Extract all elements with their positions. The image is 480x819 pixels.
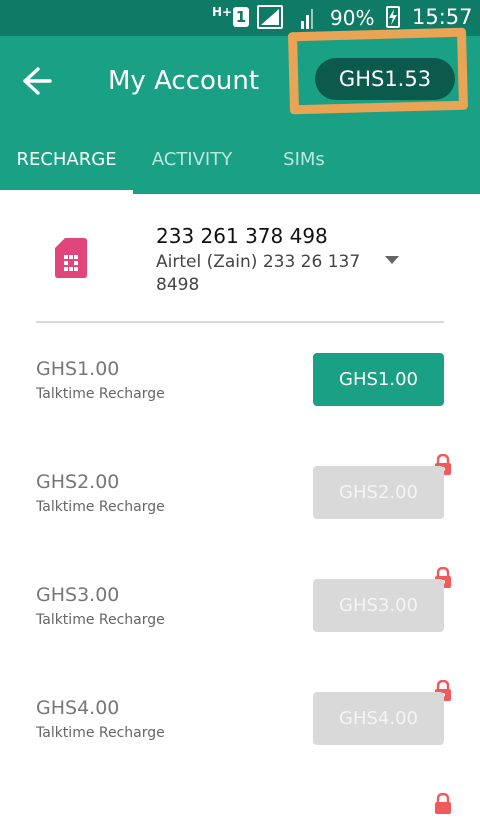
recharge-item <box>0 775 480 814</box>
recharge-amount: GHS4.00 <box>36 697 120 719</box>
recharge-type: Talktime Recharge <box>36 499 165 515</box>
recharge-button[interactable]: GHS1.00 <box>313 353 444 406</box>
balance-badge[interactable]: GHS1.53 <box>315 58 455 100</box>
sim-selector[interactable]: 233 261 378 498 Airtel (Zain) 233 26 137… <box>0 194 480 324</box>
sim-slot-badge: 1 <box>233 7 249 27</box>
chevron-down-icon[interactable] <box>385 256 399 264</box>
app-bar: My Account GHS1.53 <box>0 36 480 128</box>
tab-sims[interactable]: SIMs <box>251 128 357 194</box>
sim-operator: Airtel (Zain) 233 26 137 8498 <box>156 252 361 295</box>
recharge-type: Talktime Recharge <box>36 725 165 741</box>
recharge-item: GHS1.00 Talktime Recharge GHS1.00 <box>0 323 480 436</box>
battery-percent: 90% <box>330 6 375 30</box>
recharge-item: GHS3.00 Talktime Recharge GHS3.00 <box>0 549 480 662</box>
recharge-button[interactable]: GHS2.00 <box>313 466 444 519</box>
recharge-button[interactable]: GHS3.00 <box>313 579 444 632</box>
battery-charging-icon <box>386 6 400 28</box>
status-bar: H+ 1 90% 15:57 <box>0 0 480 36</box>
recharge-amount: GHS3.00 <box>36 584 120 606</box>
recharge-type: Talktime Recharge <box>36 612 165 628</box>
page-title: My Account <box>108 66 260 96</box>
sim-card-icon <box>55 238 87 278</box>
network-type-label: H+ <box>212 5 233 19</box>
signal-strength-icon <box>257 5 283 29</box>
recharge-button[interactable]: GHS4.00 <box>313 692 444 745</box>
tab-recharge[interactable]: RECHARGE <box>0 128 133 194</box>
recharge-amount: GHS2.00 <box>36 471 120 493</box>
back-arrow-icon[interactable] <box>18 64 56 98</box>
signal-bars-icon <box>301 9 313 29</box>
recharge-type: Talktime Recharge <box>36 386 165 402</box>
clock: 15:57 <box>412 5 473 29</box>
lock-icon <box>434 792 452 815</box>
recharge-amount: GHS1.00 <box>36 358 120 380</box>
recharge-item: GHS2.00 Talktime Recharge GHS2.00 <box>0 436 480 549</box>
tab-activity[interactable]: ACTIVITY <box>133 128 251 194</box>
recharge-item: GHS4.00 Talktime Recharge GHS4.00 <box>0 662 480 775</box>
tab-bar: RECHARGE ACTIVITY SIMs <box>0 128 480 194</box>
sim-phone-number: 233 261 378 498 <box>156 224 328 248</box>
